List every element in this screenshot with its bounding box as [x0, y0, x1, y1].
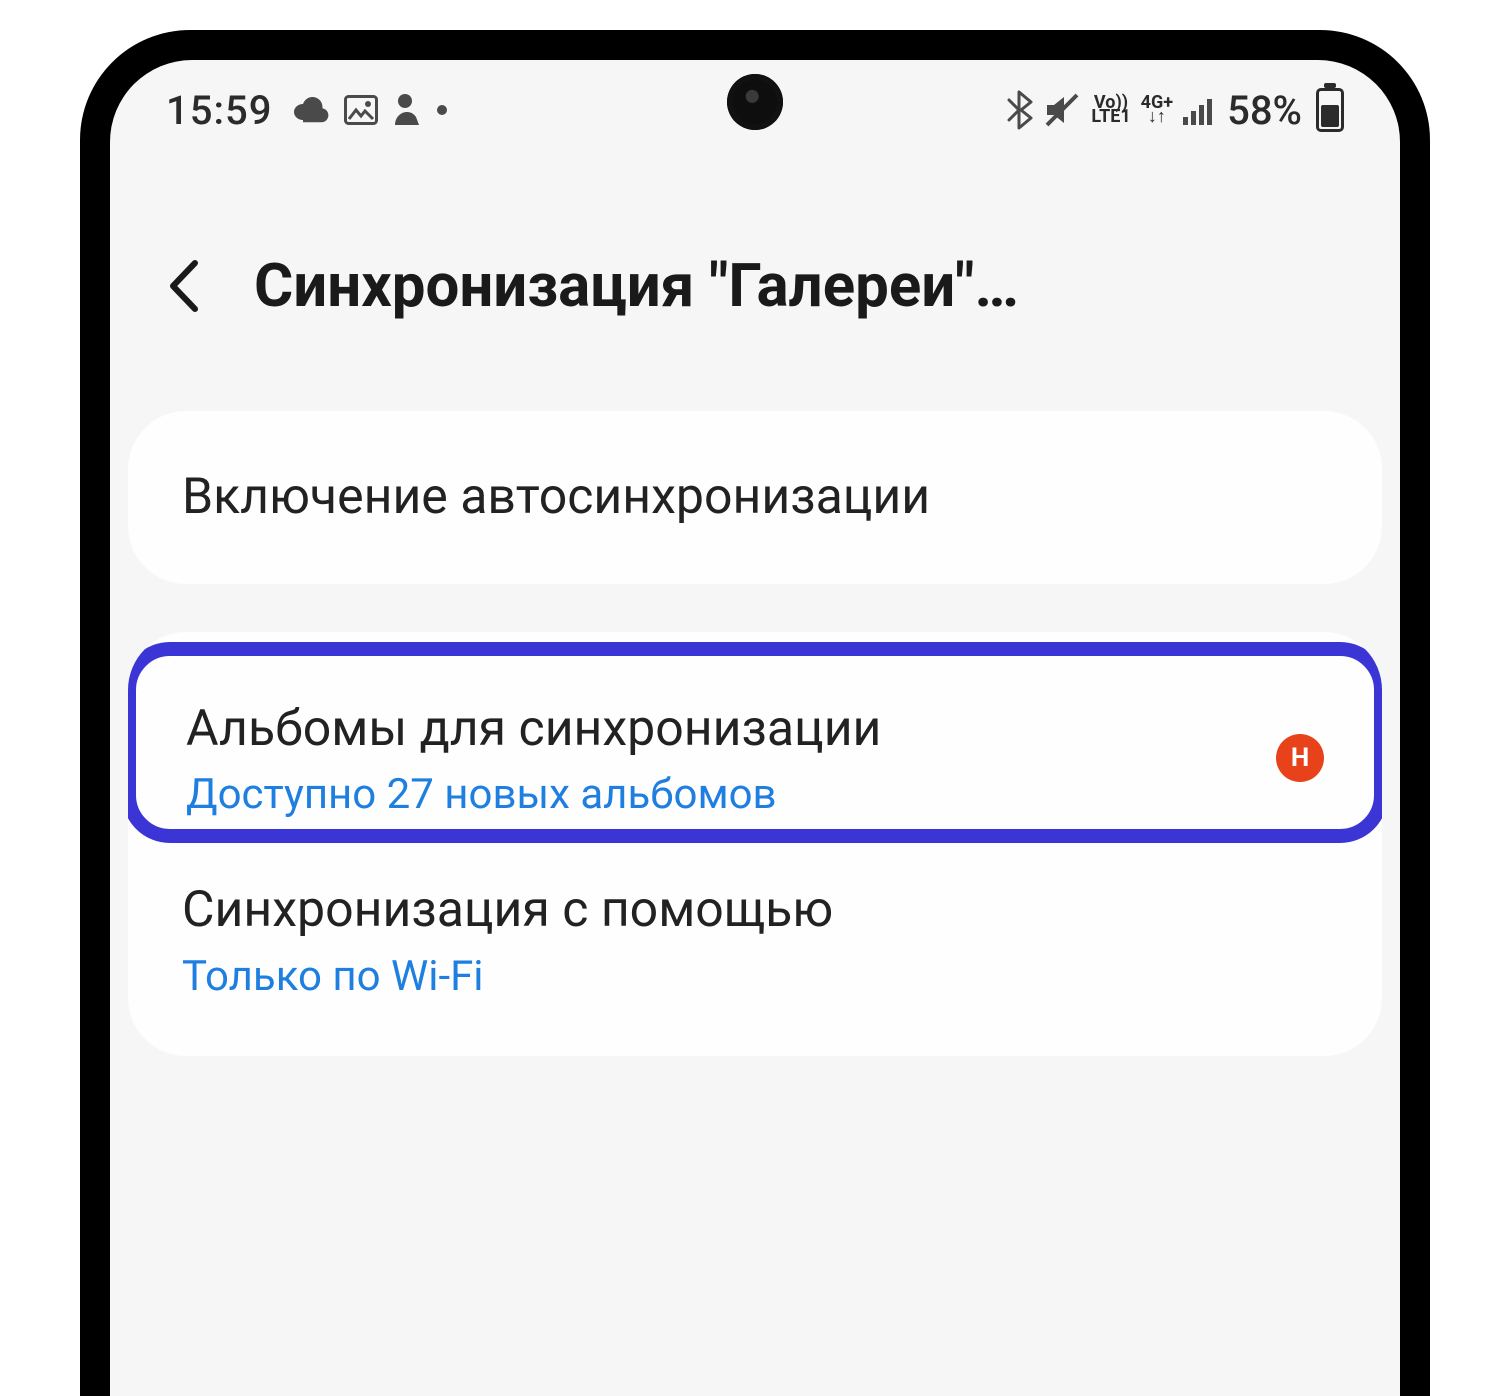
autosync-label: Включение автосинхронизации	[182, 466, 1328, 529]
app-header: Синхронизация "Галереи"…	[110, 160, 1400, 411]
status-time: 15:59	[166, 87, 272, 134]
battery-text: 58%	[1227, 87, 1302, 134]
card-autosync: Включение автосинхронизации	[128, 411, 1382, 584]
albums-title: Альбомы для синхронизации	[186, 698, 1252, 761]
highlight-albums: Альбомы для синхронизации Доступно 27 но…	[128, 642, 1382, 844]
signal-icon	[1183, 95, 1217, 125]
page-title: Синхронизация "Галереи"…	[254, 250, 1360, 321]
albums-subtitle: Доступно 27 новых альбомов	[186, 770, 1252, 819]
sync-via-subtitle: Только по Wi-Fi	[182, 952, 1328, 1001]
new-badge: Н	[1276, 734, 1324, 782]
status-left: 15:59	[166, 87, 448, 134]
volte-indicator: Vo)) LTE1	[1091, 96, 1130, 125]
mute-icon	[1043, 91, 1081, 129]
card-sync-options: Альбомы для синхронизации Доступно 27 но…	[128, 632, 1382, 1056]
back-button[interactable]	[150, 251, 220, 321]
status-right: Vo)) LTE1 4G+ ↓↑ 58%	[1007, 87, 1344, 134]
cloud-icon	[292, 96, 330, 124]
row-sync-via[interactable]: Синхронизация с помощью Только по Wi-Fi	[128, 855, 1382, 1056]
image-icon	[344, 95, 378, 125]
phone-screen: 15:59	[110, 60, 1400, 1396]
volte-bottom: LTE1	[1091, 110, 1130, 124]
content-area: Включение автосинхронизации Альбомы для …	[110, 411, 1400, 1056]
sync-via-title: Синхронизация с помощью	[182, 879, 1328, 942]
phone-frame: 15:59	[80, 30, 1430, 1396]
net-indicator: 4G+ ↓↑	[1141, 96, 1173, 125]
net-arrows: ↓↑	[1148, 110, 1166, 124]
chevron-left-icon	[163, 257, 207, 315]
person-icon	[392, 93, 422, 127]
row-albums[interactable]: Альбомы для синхронизации Доступно 27 но…	[136, 656, 1374, 830]
dot-icon	[436, 104, 448, 116]
bluetooth-icon	[1007, 90, 1033, 130]
camera-cutout	[727, 74, 783, 130]
row-autosync[interactable]: Включение автосинхронизации	[128, 411, 1382, 584]
battery-icon	[1316, 88, 1344, 132]
